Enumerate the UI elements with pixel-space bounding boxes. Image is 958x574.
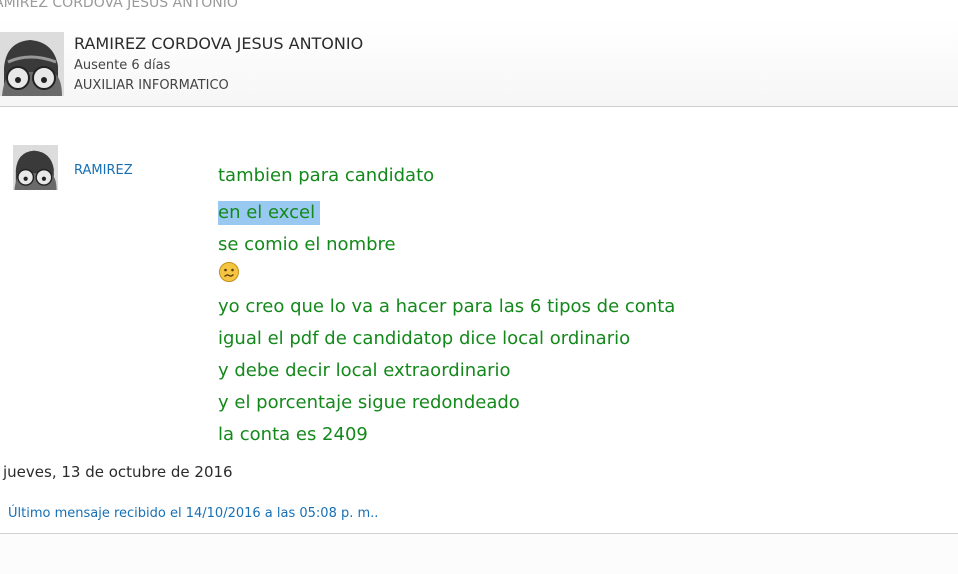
sender-avatar-image bbox=[13, 145, 58, 190]
contact-role: AUXILIAR INFORMATICO bbox=[74, 78, 229, 93]
contact-header: RAMIREZ CORDOVA JESUS ANTONIO Ausente 6 … bbox=[0, 18, 958, 107]
contact-name: RAMIREZ CORDOVA JESUS ANTONIO bbox=[74, 34, 364, 53]
date-separator: jueves, 13 de octubre de 2016 bbox=[3, 463, 233, 481]
sender-avatar[interactable] bbox=[13, 145, 58, 190]
message-line[interactable]: la conta es 2409 bbox=[218, 423, 368, 447]
message-input-area[interactable] bbox=[0, 534, 958, 574]
window-title: AMIREZ CORDOVA JESUS ANTONIO bbox=[0, 0, 238, 11]
message-line[interactable]: yo creo que lo va a hacer para las 6 tip… bbox=[218, 295, 675, 319]
contact-avatar[interactable] bbox=[0, 32, 64, 96]
contact-status: Ausente 6 días bbox=[74, 58, 171, 73]
avatar-image bbox=[0, 32, 64, 96]
last-received-status: Último mensaje recibido el 14/10/2016 a … bbox=[8, 506, 379, 521]
message-line[interactable]: se comio el nombre bbox=[218, 233, 396, 257]
message-line[interactable]: y el porcentaje sigue redondeado bbox=[218, 391, 520, 415]
sender-name[interactable]: RAMIREZ bbox=[74, 163, 133, 178]
message-line[interactable]: tambien para candidato bbox=[218, 164, 434, 188]
message-line[interactable]: y debe decir local extraordinario bbox=[218, 359, 511, 383]
message-line[interactable]: igual el pdf de candidatop dice local or… bbox=[218, 327, 630, 351]
message-line-selected[interactable]: en el excel bbox=[218, 201, 321, 225]
worried-face-icon bbox=[218, 261, 240, 283]
